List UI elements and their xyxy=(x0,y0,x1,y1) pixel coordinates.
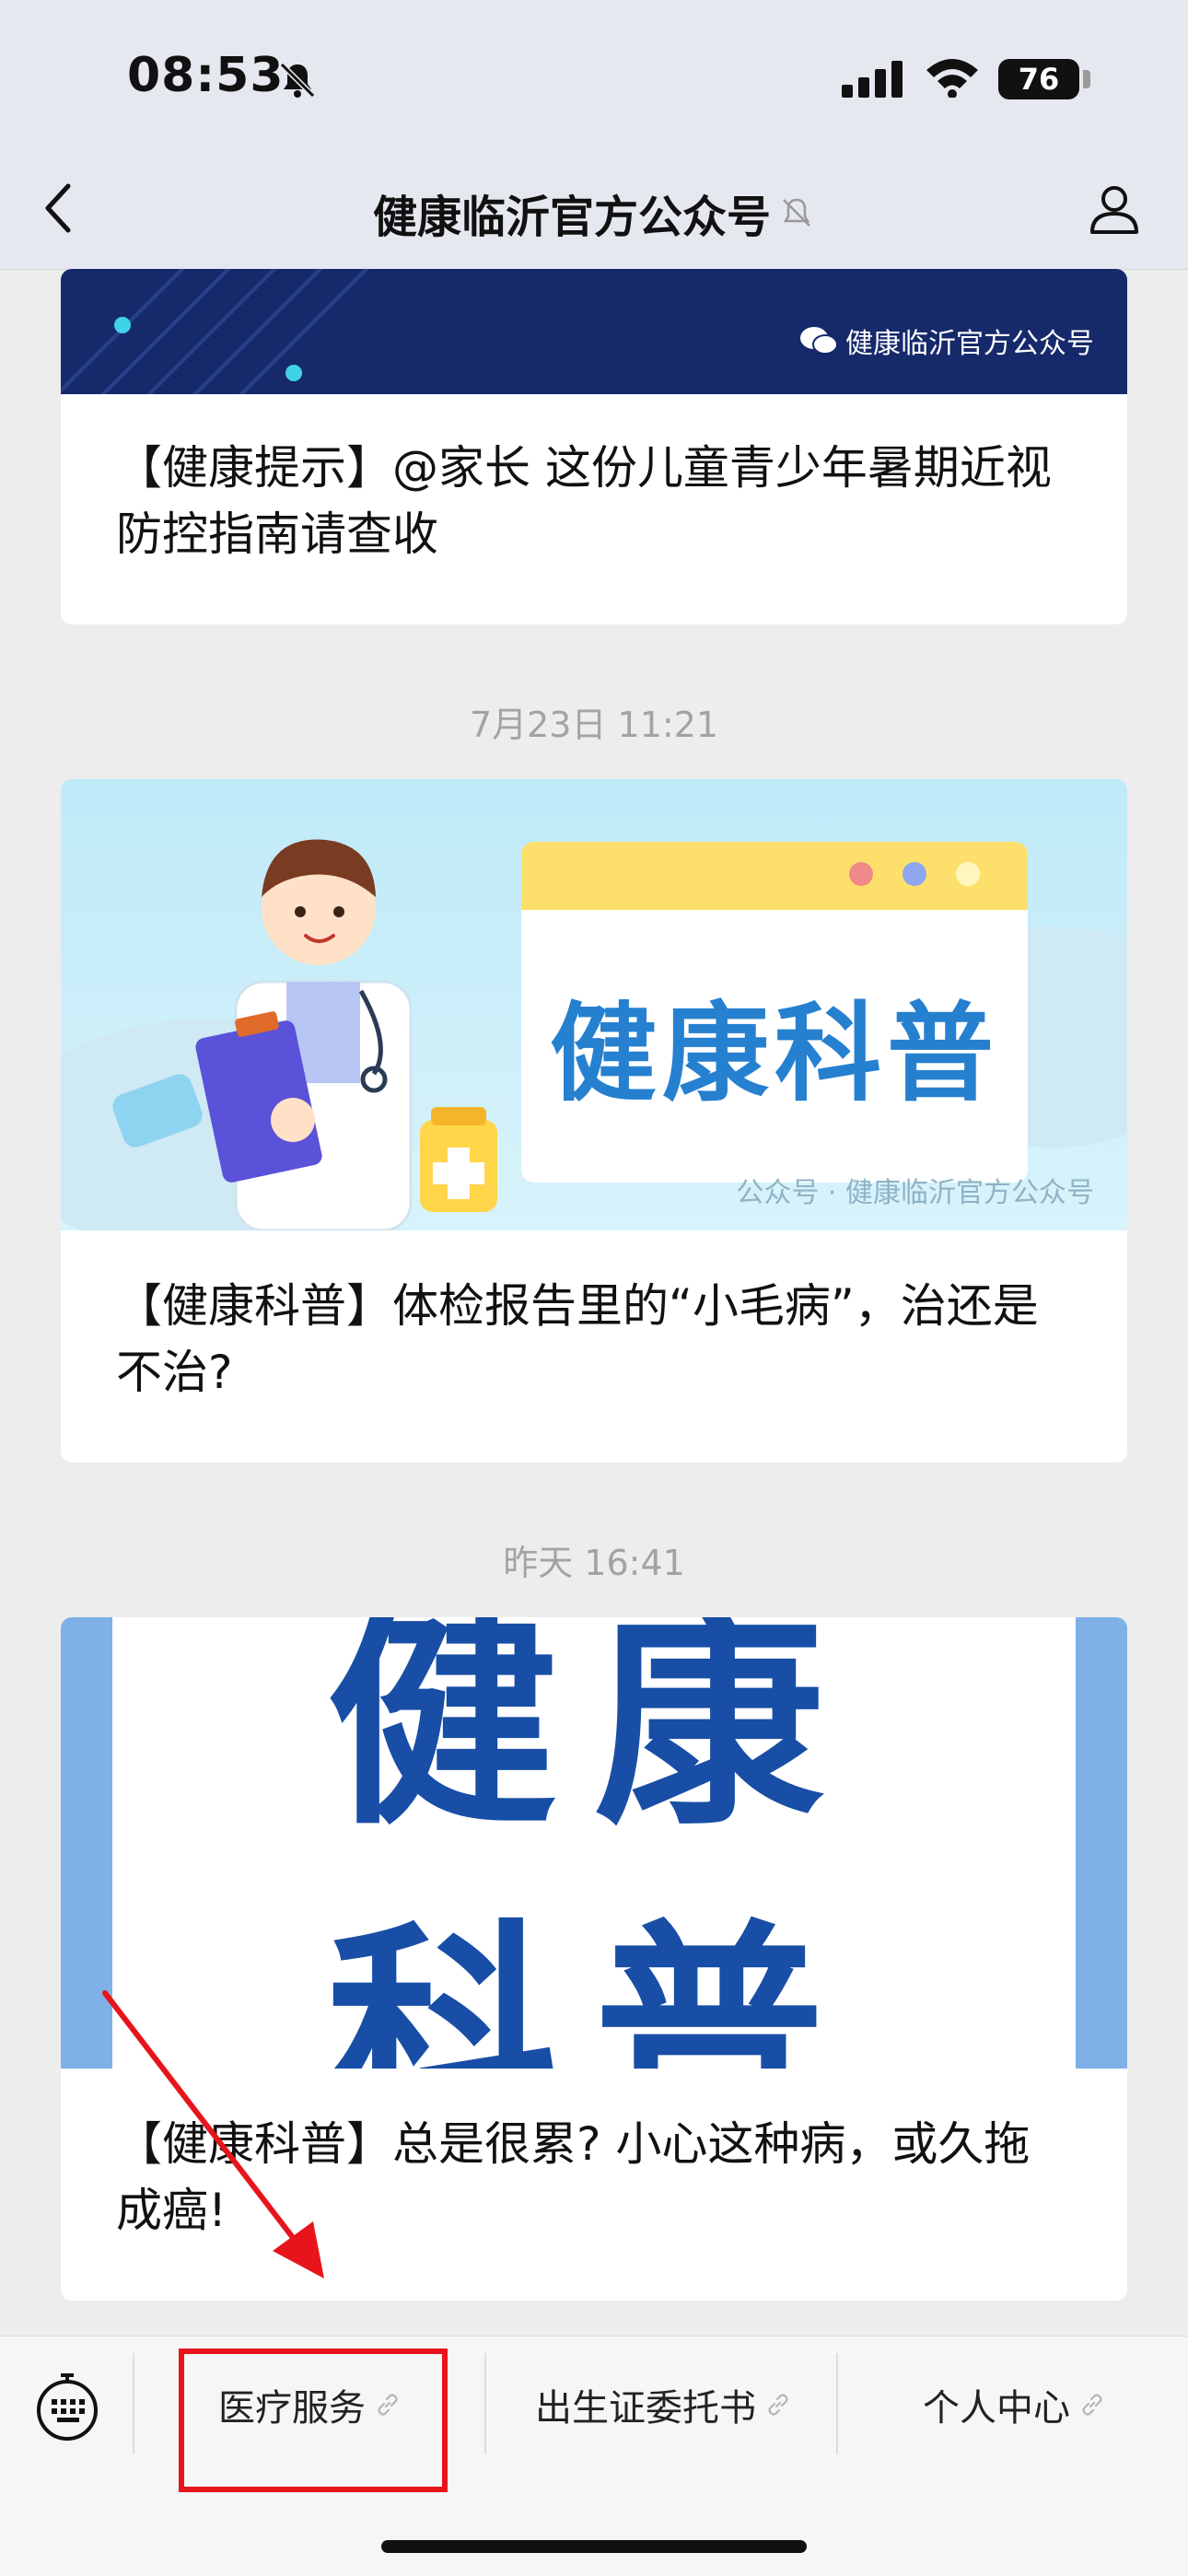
battery-level: 76 xyxy=(1018,62,1060,97)
banner-stripe xyxy=(61,269,224,394)
message-timestamp: 昨天 16:41 xyxy=(503,1543,685,1583)
article-card-3[interactable]: 健康 科普 【健康科普】总是很累? 小心这种病，或久拖 成癌! xyxy=(61,1617,1127,2301)
battery-cap xyxy=(1083,70,1090,88)
menu-divider xyxy=(484,2353,486,2454)
article-title-line: 【健康科普】总是很累? 小心这种病，或久拖 xyxy=(116,2117,1031,2171)
top-bar: 08:53 76 健康临沂官方公众号 xyxy=(0,0,1188,270)
banner-dot xyxy=(114,317,131,333)
watermark-text: 健康临沂官方公众号 xyxy=(845,328,1094,360)
banner-board: 健康科普 xyxy=(521,842,1028,1183)
article-title-line: 【健康科普】体检报告里的“小毛病”，治还是 xyxy=(116,1279,1039,1333)
bell-muted-icon xyxy=(279,62,316,99)
banner-watermark: 健康临沂官方公众号 xyxy=(799,321,1094,361)
status-time: 08:53 xyxy=(127,48,285,103)
article-title[interactable]: 【健康科普】体检报告里的“小毛病”，治还是 不治? xyxy=(61,1273,1127,1405)
keyboard-toggle-icon[interactable] xyxy=(35,2370,99,2443)
banner-watermark: 公众号 · 健康临沂官方公众号 xyxy=(736,1177,1094,1209)
link-icon xyxy=(1082,2394,1102,2416)
doctor-illustration xyxy=(112,839,497,1230)
menu-item-personal-center[interactable]: 个人中心 xyxy=(840,2368,1188,2442)
article-title-line: 成癌! xyxy=(116,2184,227,2237)
banner-headline-line2: 科普 xyxy=(327,1901,861,2069)
home-indicator[interactable] xyxy=(381,2540,807,2553)
article-title[interactable]: 【健康提示】@家长 这份儿童青少年暑期近视 防控指南请查收 xyxy=(61,435,1127,567)
banner-headline-line1: 健康 xyxy=(327,1617,861,1856)
link-icon xyxy=(768,2394,788,2416)
cellular-signal-icon xyxy=(842,61,903,98)
message-timestamp: 7月23日 11:21 xyxy=(469,705,719,745)
article-banner-1: 健康临沂官方公众号 xyxy=(61,269,1127,394)
article-card-1[interactable]: 健康临沂官方公众号 【健康提示】@家长 这份儿童青少年暑期近视 防控指南请查收 xyxy=(61,269,1127,624)
article-title-line: 不治? xyxy=(116,1346,233,1399)
battery-indicator: 76 xyxy=(998,59,1079,99)
article-title[interactable]: 【健康科普】总是很累? 小心这种病，或久拖 成癌! xyxy=(61,2111,1127,2244)
article-banner-2: 健康科普 公众号 · 健康临沂官方公众号 xyxy=(61,779,1127,1230)
nav-title-container: 健康临沂官方公众号 xyxy=(0,181,1188,245)
wifi-icon xyxy=(926,59,978,98)
menu-divider xyxy=(836,2353,838,2454)
notification-muted-icon xyxy=(783,198,810,227)
menu-item-label: 出生证委托书 xyxy=(535,2387,756,2430)
article-title-line: 防控指南请查收 xyxy=(116,507,438,561)
menu-item-birth-certificate[interactable]: 出生证委托书 xyxy=(488,2368,838,2442)
menu-item-label: 个人中心 xyxy=(923,2387,1070,2430)
page-title: 健康临沂官方公众号 xyxy=(372,192,771,243)
nav-title-wrap: 健康临沂官方公众号 xyxy=(373,181,815,245)
board-header xyxy=(521,842,1028,910)
article-banner-3: 健康 科普 xyxy=(61,1617,1127,2069)
banner-dot xyxy=(285,365,302,381)
wechat-icon xyxy=(800,327,838,355)
board-dot xyxy=(903,862,926,886)
banner-headline: 健康科普 xyxy=(550,992,999,1116)
board-dot xyxy=(849,862,873,886)
highlight-box xyxy=(179,2349,448,2492)
article-card-2[interactable]: 健康科普 公众号 · 健康临沂官方公众号 【健康科普】体检报告里的“小毛病”，治… xyxy=(61,779,1127,1463)
board-dot xyxy=(956,862,980,886)
menu-divider xyxy=(133,2353,134,2454)
article-title-line: 【健康提示】@家长 这份儿童青少年暑期近视 xyxy=(116,441,1052,495)
profile-icon[interactable] xyxy=(1087,181,1142,236)
